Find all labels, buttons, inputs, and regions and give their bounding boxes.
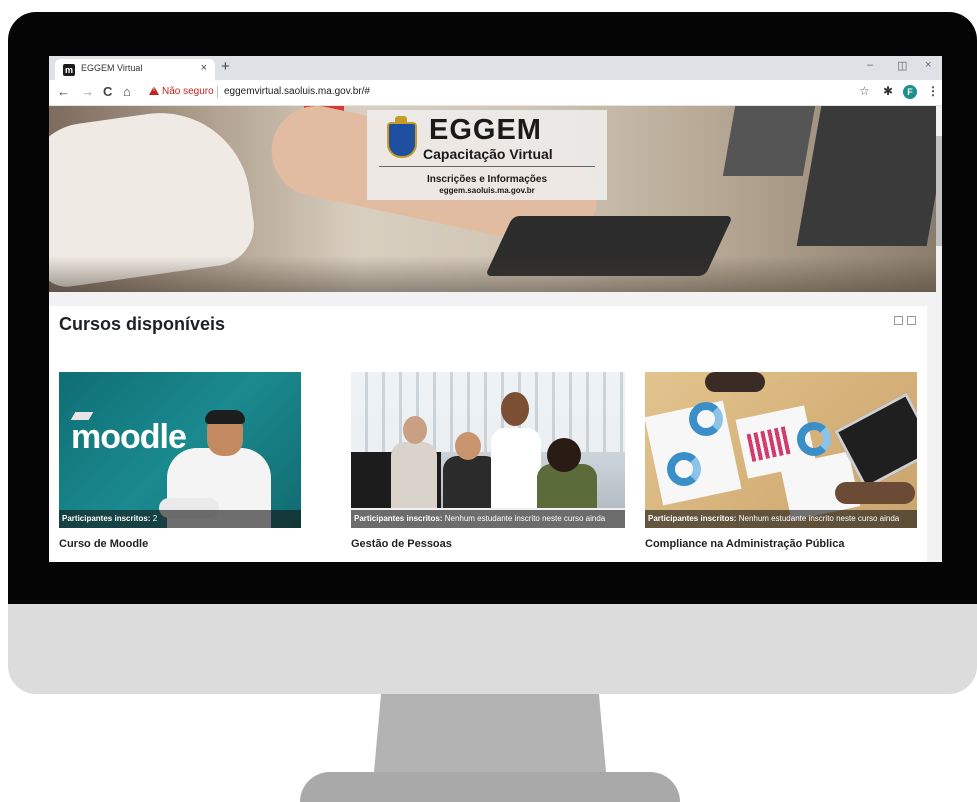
new-tab-button[interactable]: + (221, 58, 230, 75)
course-title[interactable]: Curso de Moodle (59, 538, 148, 550)
crest-icon (387, 116, 417, 158)
tab-title: EGGEM Virtual (81, 63, 143, 73)
back-button[interactable]: ← (57, 84, 70, 99)
browser-toolbar: ← → C ⌂ Não seguro eggemvirtual.saoluis.… (49, 80, 942, 106)
course-image[interactable]: moodle Participantes inscritos: 2 (59, 372, 301, 528)
hero-decor (796, 106, 936, 246)
course-card[interactable]: moodle Participantes inscritos: 2 Curso … (59, 372, 301, 562)
caption-value: Nenhum estudante inscrito neste curso ai… (444, 514, 606, 523)
course-image-decor (455, 432, 481, 460)
caption-value: 2 (152, 514, 158, 523)
caption-label: Participantes inscritos: (648, 514, 737, 523)
logo-title: EGGEM (429, 114, 542, 146)
course-card[interactable]: Participantes inscritos: Nenhum estudant… (645, 372, 917, 562)
donut-chart-decor (689, 402, 723, 436)
course-card[interactable]: Participantes inscritos: Nenhum estudant… (351, 372, 625, 562)
tab-strip: m EGGEM Virtual × + – ◫ × (49, 56, 942, 80)
course-image-decor (835, 482, 915, 504)
page-viewport: EGGEM Capacitação Virtual Inscrições e I… (49, 106, 936, 562)
course-title[interactable]: Gestão de Pessoas (351, 538, 452, 550)
browser-window: m EGGEM Virtual × + – ◫ × ← → C ⌂ Não se… (49, 56, 942, 562)
logo-divider (379, 166, 595, 167)
star-icon[interactable]: ☆ (859, 84, 870, 98)
course-image-decor (403, 416, 427, 444)
menu-icon[interactable]: ⋮ (927, 84, 939, 98)
favicon-icon: m (63, 64, 75, 76)
home-button[interactable]: ⌂ (123, 84, 131, 99)
course-title[interactable]: Compliance na Administração Pública (645, 538, 844, 550)
logo-info-title: Inscrições e Informações (426, 174, 548, 185)
scrollbar-thumb[interactable] (936, 136, 942, 246)
extensions-icon[interactable]: ✱ (883, 84, 893, 98)
enrolled-caption: Participantes inscritos: Nenhum estudant… (645, 510, 917, 528)
security-label[interactable]: Não seguro (162, 86, 214, 97)
hero-banner: EGGEM Capacitação Virtual Inscrições e I… (49, 106, 936, 292)
donut-chart-decor (797, 422, 831, 456)
course-image-decor (351, 372, 625, 452)
course-image[interactable]: Participantes inscritos: Nenhum estudant… (351, 372, 625, 528)
address-divider (217, 86, 218, 98)
minimize-button[interactable]: – (867, 59, 873, 71)
view-list-icon[interactable] (894, 316, 903, 325)
hero-decor (49, 256, 936, 292)
browser-tab[interactable]: m EGGEM Virtual × (55, 59, 215, 80)
course-image-decor (205, 410, 245, 424)
courses-section: Cursos disponíveis moodle Participantes … (49, 306, 927, 562)
logo-info-url: eggem.saoluis.ma.gov.br (439, 186, 535, 195)
course-image-decor (705, 372, 765, 392)
caption-label: Participantes inscritos: (62, 514, 151, 523)
course-image-decor (547, 438, 581, 472)
profile-avatar[interactable]: F (903, 85, 917, 99)
monitor-stand-base (300, 772, 680, 802)
warning-icon[interactable] (149, 86, 159, 95)
close-tab-icon[interactable]: × (201, 62, 207, 74)
moodle-wordmark: moodle (71, 418, 187, 456)
donut-chart-decor (667, 452, 701, 486)
hero-decor (722, 106, 816, 176)
caption-value: Nenhum estudante inscrito neste curso ai… (738, 514, 900, 523)
course-image[interactable]: Participantes inscritos: Nenhum estudant… (645, 372, 917, 528)
section-title: Cursos disponíveis (59, 314, 226, 334)
address-bar[interactable]: eggemvirtual.saoluis.ma.gov.br/# (224, 86, 370, 97)
close-window-button[interactable]: × (925, 59, 931, 71)
restore-button[interactable]: ◫ (897, 59, 907, 72)
course-image-decor (501, 392, 529, 426)
enrolled-caption: Participantes inscritos: Nenhum estudant… (351, 510, 625, 528)
view-grid-icon[interactable] (907, 316, 916, 325)
eggem-logo: EGGEM Capacitação Virtual Inscrições e I… (367, 110, 607, 200)
reload-button[interactable]: C (103, 84, 112, 99)
logo-subtitle: Capacitação Virtual (423, 146, 553, 162)
enrolled-caption: Participantes inscritos: 2 (59, 510, 301, 528)
forward-button[interactable]: → (81, 84, 94, 99)
scrollbar[interactable] (936, 106, 942, 562)
caption-label: Participantes inscritos: (354, 514, 443, 523)
